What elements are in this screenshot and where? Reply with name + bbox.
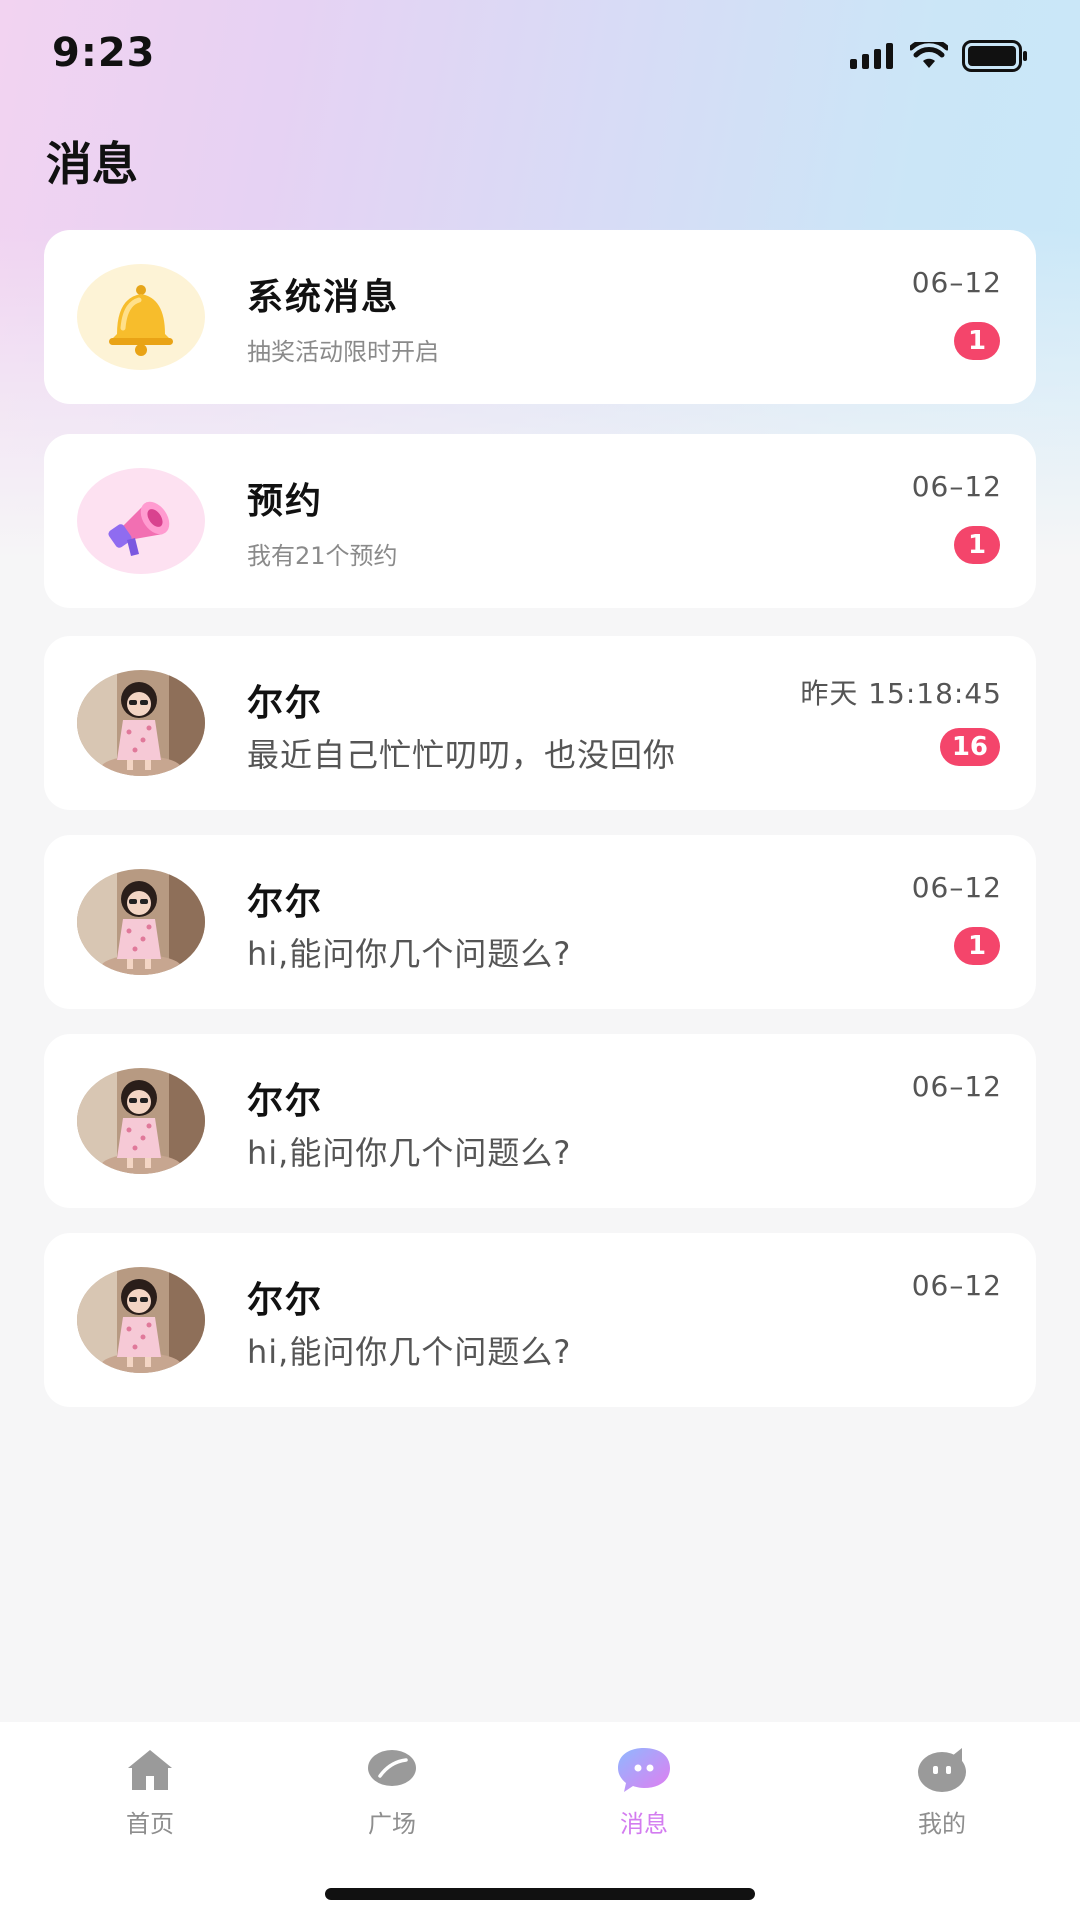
battery-icon — [962, 40, 1027, 72]
wifi-icon — [910, 42, 948, 68]
message-item-system[interactable]: 系统消息 抽奖活动限时开启 06–12 1 — [44, 230, 1036, 404]
message-preview: hi,能问你几个问题么? — [247, 935, 572, 973]
message-time: 06–12 — [911, 1070, 1002, 1103]
tab-label: 我的 — [918, 1810, 966, 1838]
tab-profile[interactable]: 我的 — [872, 1742, 1012, 1852]
message-preview: 抽奖活动限时开启 — [247, 338, 439, 366]
avatar-image — [77, 1068, 205, 1174]
avatar-image — [77, 869, 205, 975]
message-time: 昨天 15:18:45 — [800, 677, 1002, 710]
message-item[interactable]: 尔尔 hi,能问你几个问题么? 06–12 — [44, 1034, 1036, 1208]
message-preview: 我有21个预约 — [247, 542, 398, 570]
home-indicator[interactable] — [325, 1888, 755, 1900]
user-avatar — [77, 670, 205, 776]
unread-badge: 1 — [954, 322, 1000, 360]
status-time: 9:23 — [52, 30, 156, 76]
signal-icon — [850, 43, 893, 69]
unread-badge: 1 — [954, 526, 1000, 564]
message-time: 06–12 — [911, 871, 1002, 904]
user-avatar — [77, 1068, 205, 1174]
face-icon — [918, 1748, 966, 1792]
user-avatar — [77, 869, 205, 975]
message-sender: 尔尔 — [247, 1081, 324, 1122]
unread-badge: 1 — [954, 927, 1000, 965]
status-bar: 9:23 — [0, 0, 1080, 110]
unread-badge: 16 — [939, 728, 1000, 766]
message-sender: 尔尔 — [247, 1280, 324, 1321]
message-item[interactable]: 尔尔 最近自己忙忙叨叨，也没回你 昨天 15:18:45 16 — [44, 636, 1036, 810]
message-sender: 预约 — [247, 481, 324, 522]
tab-label: 消息 — [620, 1810, 668, 1838]
tab-label: 首页 — [126, 1810, 174, 1838]
megaphone-icon — [108, 501, 170, 556]
status-icons — [850, 38, 1028, 74]
page-title: 消息 — [46, 137, 138, 191]
message-sender: 尔尔 — [247, 683, 324, 724]
message-item[interactable]: 尔尔 hi,能问你几个问题么? 06–12 — [44, 1233, 1036, 1407]
avatar-image — [77, 670, 205, 776]
avatar-image — [77, 1267, 205, 1373]
tab-home[interactable]: 首页 — [80, 1742, 220, 1852]
user-avatar — [77, 1267, 205, 1373]
bell-icon — [109, 285, 173, 356]
message-item[interactable]: 尔尔 hi,能问你几个问题么? 06–12 1 — [44, 835, 1036, 1009]
tab-messages[interactable]: 消息 — [574, 1742, 714, 1852]
chat-bubble-icon — [618, 1748, 670, 1792]
message-preview: hi,能问你几个问题么? — [247, 1333, 572, 1371]
message-preview: 最近自己忙忙叨叨，也没回你 — [247, 736, 677, 774]
home-icon — [128, 1750, 172, 1790]
message-sender: 系统消息 — [247, 277, 400, 318]
message-sender: 尔尔 — [247, 882, 324, 923]
message-time: 06–12 — [911, 470, 1002, 503]
message-time: 06–12 — [911, 1269, 1002, 1302]
tab-label: 广场 — [368, 1810, 416, 1838]
reservation-avatar — [77, 468, 205, 574]
message-item-reservation[interactable]: 预约 我有21个预约 06–12 1 — [44, 434, 1036, 608]
system-avatar — [77, 264, 205, 370]
tab-square[interactable]: 广场 — [322, 1742, 462, 1852]
message-time: 06–12 — [911, 266, 1002, 299]
leaf-icon — [368, 1750, 416, 1786]
message-preview: hi,能问你几个问题么? — [247, 1134, 572, 1172]
